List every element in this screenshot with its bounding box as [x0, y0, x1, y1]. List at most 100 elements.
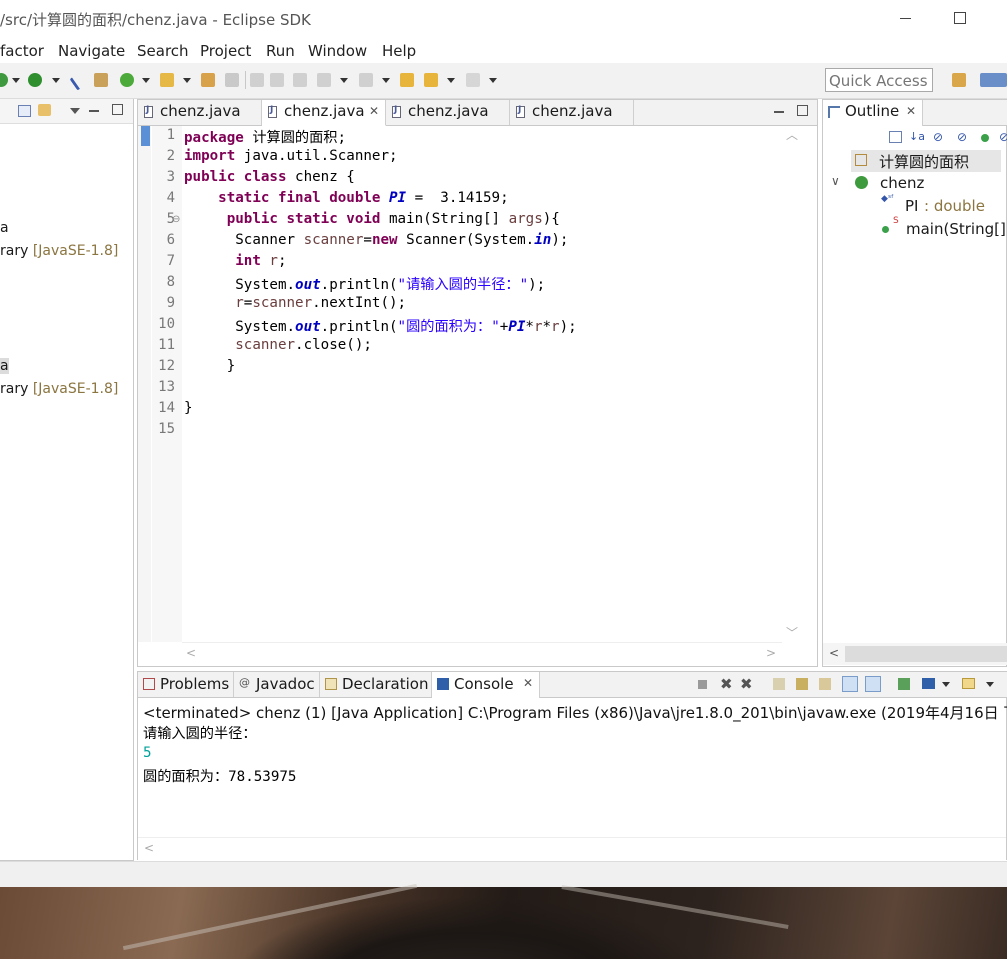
menu-navigate[interactable]: Navigate [58, 42, 125, 60]
menu-refactor[interactable]: factor [0, 42, 44, 60]
scroll-right-icon[interactable]: > [766, 646, 776, 660]
code-line[interactable]: public class chenz { [184, 169, 355, 185]
tab-javadoc[interactable]: @ Javadoc [234, 672, 320, 697]
scrollbar-thumb[interactable] [845, 646, 1007, 662]
tab-problems[interactable]: Problems [138, 672, 234, 697]
chevron-down-icon[interactable] [942, 682, 950, 687]
scroll-left-icon[interactable]: < [829, 646, 839, 660]
external-tools-icon[interactable] [69, 69, 92, 91]
tree-item[interactable]: a [0, 220, 9, 236]
coverage-dropdown-icon[interactable] [52, 78, 60, 83]
display-console-icon[interactable] [922, 678, 935, 689]
hide-static-icon[interactable]: ⊘ [957, 130, 967, 144]
scroll-left-icon[interactable]: < [144, 841, 154, 855]
menu-search[interactable]: Search [137, 42, 189, 60]
link-with-editor-icon[interactable] [38, 104, 51, 116]
code-line[interactable]: r=scanner.nextInt(); [184, 295, 406, 311]
code-area[interactable]: package 计算圆的面积; import java.util.Scanner;… [182, 126, 782, 642]
pin-console-icon[interactable] [898, 678, 910, 690]
maximize-view-icon[interactable] [112, 104, 123, 115]
show-stderr-icon[interactable] [865, 676, 881, 692]
editor-horizontal-scrollbar[interactable]: < > [182, 642, 782, 665]
editor-vertical-scrollbar[interactable]: ︿ ﹀ [782, 126, 802, 642]
last-edit-icon[interactable] [400, 73, 414, 87]
search-dropdown-icon[interactable] [183, 78, 191, 83]
chevron-down-icon[interactable] [986, 682, 994, 687]
scroll-lock-icon[interactable] [796, 678, 808, 690]
java-perspective-icon[interactable] [980, 73, 1007, 87]
forward-icon[interactable] [466, 73, 480, 87]
tab-outline[interactable]: Outline ✕ [823, 100, 923, 126]
outline-horizontal-scrollbar[interactable]: < [823, 643, 1007, 665]
next-annotation-dropdown-icon[interactable] [340, 78, 348, 83]
coverage-icon[interactable] [28, 73, 42, 87]
fold-icon[interactable]: ⊖ [172, 214, 180, 225]
close-tab-icon[interactable]: ✕ [906, 104, 916, 118]
editor-tab[interactable]: chenz.java [510, 100, 634, 125]
code-line[interactable]: } [184, 358, 236, 374]
forward-dropdown-icon[interactable] [489, 78, 497, 83]
open-console-icon[interactable] [962, 678, 975, 689]
search-icon[interactable] [160, 73, 174, 87]
maximize-editor-icon[interactable] [797, 105, 808, 116]
close-tab-icon[interactable]: ✕ [523, 676, 533, 690]
chevron-down-icon[interactable]: ∨ [831, 174, 840, 188]
tab-console[interactable]: Console ✕ [432, 672, 540, 698]
tab-declaration[interactable]: Declaration [320, 672, 432, 697]
terminate-icon[interactable] [698, 680, 707, 689]
code-line[interactable]: package 计算圆的面积; [184, 127, 346, 147]
tree-item-jre-library[interactable]: rary [JavaSE-1.8] [0, 243, 118, 259]
open-type-icon[interactable] [201, 73, 215, 87]
back-icon[interactable] [424, 73, 438, 87]
view-menu-icon[interactable] [70, 108, 80, 114]
code-line[interactable]: scanner.close(); [184, 337, 372, 353]
tree-item-selected[interactable]: a [0, 358, 9, 374]
show-stdout-icon[interactable] [842, 676, 858, 692]
code-line[interactable]: System.out.println("圆的面积为："+PI*r*r); [184, 316, 576, 336]
hide-local-types-icon[interactable]: ⊘ [999, 130, 1007, 144]
hide-fields-icon[interactable]: ⊘ [933, 130, 943, 144]
collapse-all-icon[interactable] [889, 131, 902, 143]
minimize-editor-icon[interactable] [774, 111, 784, 113]
editor-tab[interactable]: chenz.java [138, 100, 262, 125]
outline-field-row[interactable]: ◆ˢᶠ PI : double [881, 194, 1007, 218]
code-line[interactable]: static final double PI = 3.14159; [184, 190, 508, 206]
menu-help[interactable]: Help [382, 42, 416, 60]
run-dropdown-icon[interactable] [12, 78, 20, 83]
open-perspective-icon[interactable] [952, 73, 966, 87]
editor-tab-active[interactable]: chenz.java ✕ [262, 100, 386, 126]
show-whitespace-icon[interactable] [293, 73, 307, 87]
sort-icon[interactable]: ↓a [909, 130, 925, 143]
code-line[interactable]: System.out.println("请输入圆的半径："); [184, 274, 545, 294]
outline-class-row[interactable]: ∨ chenz [831, 173, 1001, 195]
word-wrap-icon[interactable] [819, 678, 831, 690]
maximize-button[interactable] [948, 4, 972, 30]
minimize-view-icon[interactable] [89, 110, 99, 112]
editor-tab[interactable]: chenz.java [386, 100, 510, 125]
console-horizontal-scrollbar[interactable]: < [138, 837, 1006, 860]
minimize-button[interactable] [895, 4, 919, 30]
prev-annotation-icon[interactable] [359, 73, 373, 87]
code-line[interactable]: Scanner scanner=new Scanner(System.in); [184, 232, 568, 248]
collapse-all-icon[interactable] [18, 105, 31, 117]
new-class-icon[interactable] [120, 73, 134, 87]
open-task-icon[interactable] [225, 73, 239, 87]
remove-all-launches-icon[interactable]: ✖ [740, 675, 753, 693]
code-line[interactable]: public static void main(String[] args){ [184, 211, 560, 227]
clear-console-icon[interactable] [773, 678, 785, 690]
menu-run[interactable]: Run [266, 42, 295, 60]
new-java-project-icon[interactable] [94, 73, 108, 87]
outline-package-row[interactable]: 计算圆的面积 [851, 150, 1001, 172]
scroll-down-icon[interactable]: ﹀ [786, 624, 798, 641]
run-icon[interactable] [0, 73, 8, 87]
quick-access-input[interactable] [825, 68, 933, 92]
back-dropdown-icon[interactable] [447, 78, 455, 83]
code-line[interactable]: int r; [184, 253, 286, 269]
menu-project[interactable]: Project [200, 42, 251, 60]
hide-nonpublic-icon[interactable] [981, 134, 989, 142]
word-wrap-icon[interactable] [270, 73, 284, 87]
close-tab-icon[interactable]: ✕ [369, 104, 379, 118]
menu-window[interactable]: Window [308, 42, 367, 60]
toggle-mark-icon[interactable] [250, 73, 264, 87]
code-line[interactable]: } [184, 400, 193, 416]
